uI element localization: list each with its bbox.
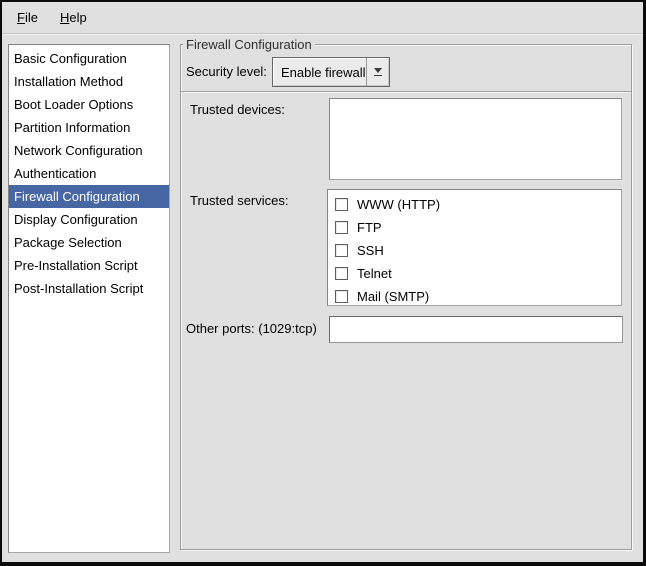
security-level-label: Security level:	[186, 64, 267, 80]
menu-bar: File Help	[2, 2, 643, 34]
service-row-telnet[interactable]: Telnet	[328, 262, 621, 285]
service-label: Mail (SMTP)	[357, 289, 429, 304]
service-row-mail-smtp[interactable]: Mail (SMTP)	[328, 285, 621, 308]
trusted-services-label: Trusted services:	[190, 193, 289, 209]
sidebar-item-installation-method[interactable]: Installation Method	[9, 70, 169, 93]
sidebar-item-network-configuration[interactable]: Network Configuration	[9, 139, 169, 162]
trusted-services-list: WWW (HTTP) FTP SSH Telnet Mail (SMTP)	[327, 189, 622, 306]
security-level-value: Enable firewall	[273, 65, 366, 80]
sidebar-item-post-installation-script[interactable]: Post-Installation Script	[9, 277, 169, 300]
other-ports-label: Other ports: (1029:tcp)	[186, 321, 317, 337]
menu-file[interactable]: File	[6, 4, 49, 31]
other-ports-input[interactable]	[329, 316, 623, 343]
sidebar-item-authentication[interactable]: Authentication	[9, 162, 169, 185]
sidebar-item-display-configuration[interactable]: Display Configuration	[9, 208, 169, 231]
firewall-configuration-frame: Firewall Configuration Security level: E…	[180, 44, 632, 550]
sidebar-item-boot-loader-options[interactable]: Boot Loader Options	[9, 93, 169, 116]
checkbox-unchecked-icon[interactable]	[335, 244, 348, 257]
horizontal-separator	[181, 91, 631, 93]
checkbox-unchecked-icon[interactable]	[335, 290, 348, 303]
menu-file-label: ile	[25, 10, 38, 25]
sidebar-item-basic-configuration[interactable]: Basic Configuration	[9, 47, 169, 70]
app-window: File Help Basic Configuration Installati…	[0, 0, 646, 566]
sidebar-item-pre-installation-script[interactable]: Pre-Installation Script	[9, 254, 169, 277]
section-list: Basic Configuration Installation Method …	[8, 44, 170, 553]
checkbox-unchecked-icon[interactable]	[335, 198, 348, 211]
service-label: WWW (HTTP)	[357, 197, 440, 212]
service-row-ssh[interactable]: SSH	[328, 239, 621, 262]
trusted-devices-list[interactable]	[329, 98, 622, 180]
checkbox-unchecked-icon[interactable]	[335, 221, 348, 234]
menu-help-label: elp	[69, 10, 86, 25]
menu-help[interactable]: Help	[49, 4, 98, 31]
menu-file-accel: F	[17, 10, 25, 25]
frame-title: Firewall Configuration	[183, 37, 315, 52]
service-row-www-http[interactable]: WWW (HTTP)	[328, 193, 621, 216]
chevron-down-icon	[366, 58, 389, 86]
sidebar-item-partition-information[interactable]: Partition Information	[9, 116, 169, 139]
service-row-ftp[interactable]: FTP	[328, 216, 621, 239]
sidebar-item-firewall-configuration[interactable]: Firewall Configuration	[9, 185, 169, 208]
sidebar-item-package-selection[interactable]: Package Selection	[9, 231, 169, 254]
trusted-devices-label: Trusted devices:	[190, 102, 285, 118]
menu-help-accel: H	[60, 10, 69, 25]
service-label: SSH	[357, 243, 384, 258]
service-label: FTP	[357, 220, 382, 235]
checkbox-unchecked-icon[interactable]	[335, 267, 348, 280]
security-level-dropdown[interactable]: Enable firewall	[272, 57, 390, 87]
service-label: Telnet	[357, 266, 392, 281]
